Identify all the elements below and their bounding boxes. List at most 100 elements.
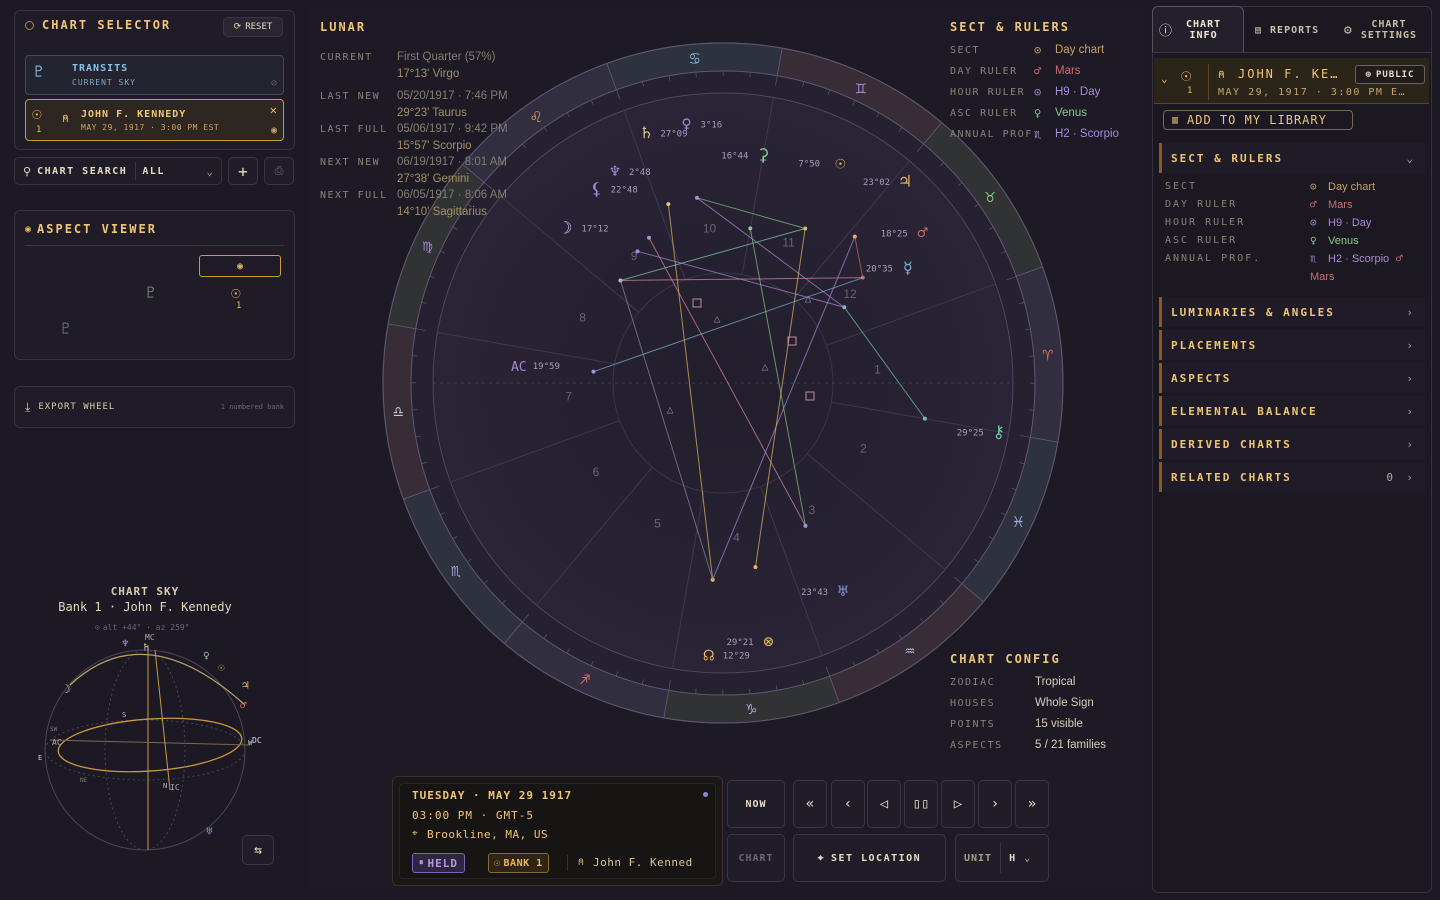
planet-glyph[interactable]: ♄ [641,123,651,143]
hidden-eye-icon[interactable]: ⊘ [271,78,277,89]
held-badge[interactable]: ⏸ HELD [412,853,466,873]
sect-row-value: Mars [1055,65,1081,77]
add-to-library-button[interactable]: ▥ ADD TO MY LIBRARY [1163,110,1353,130]
divider [1152,52,1432,53]
section-placements[interactable]: PLACEMENTS › [1159,330,1425,360]
planet-glyph[interactable]: ☽ [562,218,572,238]
sky-uranus-glyph: ♅ [206,825,213,838]
sky-label-s: S [122,711,126,719]
planet-glyph[interactable]: ☉ [835,153,845,173]
collapse-chevron-icon[interactable]: ⌄ [1161,72,1168,85]
config-row-value: Whole Sign [1035,697,1094,709]
kennedy-chart-card[interactable]: ☉ 1 ⍝ JOHN F. KENNEDY MAY 29, 1917 · 3:0… [25,99,284,141]
planet-glyph-icon: ♏ [1034,127,1042,141]
step-forward-button[interactable]: › [978,780,1012,828]
tab-reports[interactable]: ▤ REPORTS [1247,14,1335,46]
save-button[interactable]: ⎙ [264,157,294,185]
planet-point [646,235,651,240]
pluto-icon[interactable]: ♇ [146,283,156,302]
planet-glyph[interactable]: ⚳ [757,146,769,166]
planet-degree: 29°21 [726,638,753,648]
pluto-icon: ♇ [34,62,44,81]
lunar-row-label: LAST FULL [320,124,388,135]
zodiac-glyph: ♒ [905,641,915,661]
unit-select[interactable]: UNIT H ⌄ [955,834,1049,882]
step-back-button[interactable]: ‹ [831,780,865,828]
now-button[interactable]: NOW [727,780,785,828]
section-related-charts[interactable]: RELATED CHARTS 0 › [1159,462,1425,492]
chart-search-bar[interactable]: ⚲ CHART SEARCH ALL ⌄ [14,157,222,185]
planet-glyph[interactable]: ☿ [903,258,913,278]
section-aspects[interactable]: ASPECTS › [1159,363,1425,393]
planet-glyph[interactable]: ⚸ [590,179,602,199]
planet-glyph-icon: ⊙ [1034,43,1042,57]
planet-glyph[interactable]: ☊ [704,646,715,666]
eye-icon[interactable]: ◉ [271,125,277,136]
fast-forward-button[interactable]: » [1015,780,1049,828]
time-place[interactable]: Brookline, MA, US [427,828,548,841]
sect-rulers-section-header[interactable]: SECT & RULERS ⌄ [1159,143,1425,173]
bank-number: 1 [236,301,242,311]
planet-degree: 16°44 [721,152,748,162]
chevron-right-icon: › [1406,371,1415,385]
right-sect-value: H2 · Scorpio [1328,253,1390,265]
fast-back-button[interactable]: « [793,780,827,828]
bank-badge[interactable]: ☉ BANK 1 [488,853,549,873]
planet-glyph[interactable]: ♂ [918,224,929,244]
close-icon[interactable]: ✕ [270,103,277,117]
planet-glyph[interactable]: ♅ [838,582,849,602]
filter-select[interactable]: ALL [142,166,165,177]
tab-chart-settings[interactable]: ⚙ CHART SETTINGS [1338,10,1430,50]
sky-neptune-glyph: ♆ [122,637,129,650]
chevron-down-icon[interactable]: ⌄ [206,165,213,178]
chevron-right-icon: › [1406,470,1415,484]
pause-button[interactable]: ▯▯ [904,780,938,828]
aspect-pattern-icon: △ [667,403,674,416]
sky-sphere[interactable]: MC IC AC DC S N E W SW NE ☽ ♆ ♄ ♀ ☉ ♃ ♂ … [30,625,270,855]
person-icon: ⍝ [578,857,585,868]
play-button[interactable]: ▷ [941,780,975,828]
chart-button[interactable]: CHART [727,834,785,882]
aspect-eye-toggle[interactable]: ◉ [199,255,281,277]
planet-glyph[interactable]: ♆ [610,162,620,182]
sun-icon[interactable]: ☉ [231,283,241,302]
chart-config-panel: CHART CONFIG ZODIAC Tropical HOUSES Whole S… [950,652,1140,751]
export-wheel-button[interactable]: ⤓ EXPORT WHEEL 1 numbered bank [14,386,295,428]
time-time[interactable]: 03:00 PM · GMT-5 [412,809,534,822]
chevron-left-icon: ‹ [843,796,853,812]
section-elemental-balance[interactable]: ELEMENTAL BALANCE › [1159,396,1425,426]
download-icon: ⤓ [25,399,31,414]
set-location-button[interactable]: ⌖ SET LOCATION [793,834,946,882]
chart-selector-panel: CHART SELECTOR ⟳ RESET ♇ TRANSITS CURRENT… [14,10,295,150]
chart-sky-subtitle: Bank 1 · John F. Kennedy [58,600,232,614]
section-luminaries-angles[interactable]: LUMINARIES & ANGLES › [1159,297,1425,327]
zodiac-glyph: ♓ [1013,512,1023,532]
add-chart-button[interactable]: + [228,157,258,185]
play-reverse-button[interactable]: ◁ [867,780,901,828]
pluto-icon[interactable]: ♇ [61,319,71,338]
sky-mars-glyph: ♂ [240,699,247,712]
swap-view-button[interactable]: ⇆ [242,835,274,865]
right-sect-label: DAY RULER [1165,199,1238,210]
pause-icon: ⏸ [419,858,425,868]
time-panel: TUESDAY · MAY 29 1917 03:00 PM · GMT-5 ⌖… [392,776,723,886]
planet-glyph[interactable]: ♀ [681,115,691,135]
section-derived-charts[interactable]: DERIVED CHARTS › [1159,429,1425,459]
planet-glyph[interactable]: ⊗ [763,632,773,652]
planet-glyph[interactable]: ♃ [900,172,910,192]
chart-config-title: CHART CONFIG [950,652,1061,666]
planet-glyph-icon: ♀ [1034,106,1042,120]
related-count: 0 [1386,470,1395,484]
planet-degree: 2°48 [629,168,651,178]
tab-chart-info[interactable]: ⓘ CHART INFO [1152,6,1244,52]
house-number: 12 [843,287,857,301]
lunar-row-label: NEXT FULL [320,190,388,201]
reset-button[interactable]: ⟳ RESET [223,17,283,37]
planet-glyph[interactable]: AC [511,360,527,375]
public-badge[interactable]: ⊕ PUBLIC [1355,65,1425,84]
sky-label-ic: IC [170,783,180,792]
lunar-row-position: 29°23' Taurus [397,107,467,119]
lunar-row-position: 14°10' Sagittarius [397,206,487,218]
planet-glyph[interactable]: ⚷ [993,423,1005,443]
transits-chart-card[interactable]: ♇ TRANSITS CURRENT SKY ⊘ [25,55,284,95]
